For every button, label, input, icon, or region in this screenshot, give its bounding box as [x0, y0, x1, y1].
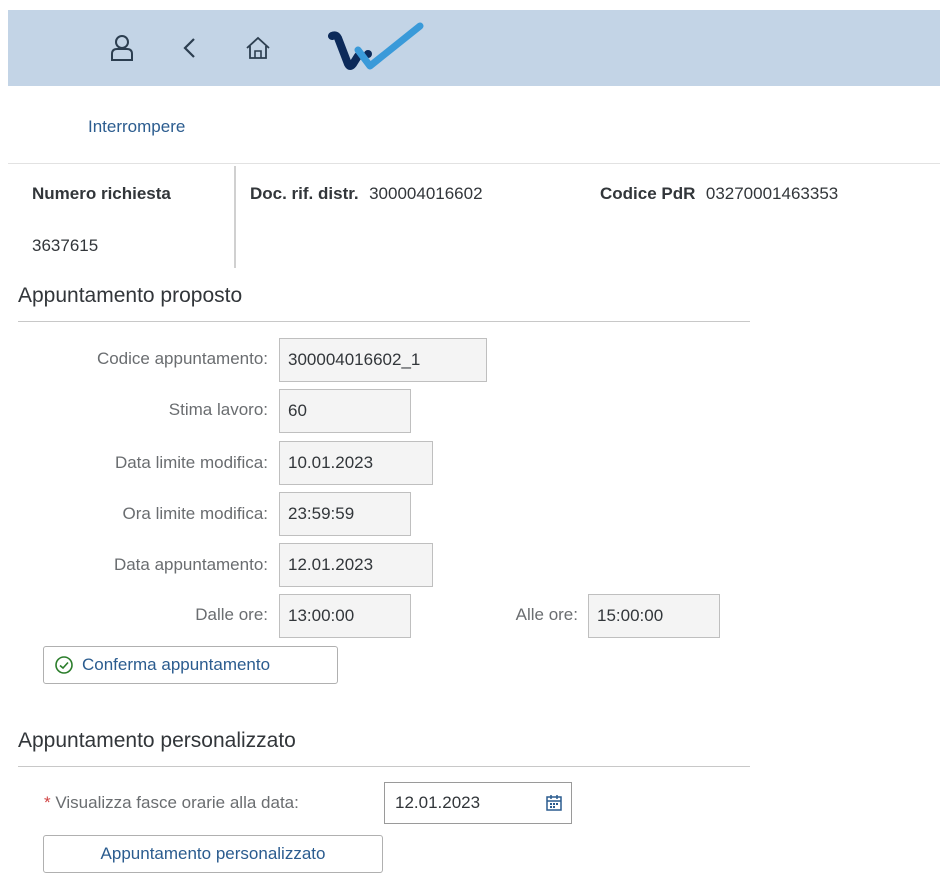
doc-ref-value: 300004016602 [369, 184, 483, 203]
appointment-code-field[interactable]: 300004016602_1 [279, 338, 487, 382]
back-button[interactable] [172, 30, 208, 66]
proposed-section-title: Appuntamento proposto [18, 284, 243, 307]
deadline-date-field[interactable]: 10.01.2023 [279, 441, 433, 485]
company-logo [328, 22, 424, 70]
toolbar-divider [8, 163, 940, 164]
cancel-link[interactable]: Interrompere [88, 117, 185, 137]
confirm-appointment-button[interactable]: Conferma appuntamento [43, 646, 338, 684]
work-estimate-field[interactable]: 60 [279, 389, 411, 433]
top-strip [0, 0, 940, 10]
deadline-time-label: Ora limite modifica: [122, 504, 268, 523]
doc-ref-group: Doc. rif. distr. 300004016602 [250, 184, 483, 204]
pdr-group: Codice PdR 03270001463353 [600, 184, 838, 204]
display-slots-label: Visualizza fasce orarie alla data: [55, 793, 299, 812]
back-icon [183, 38, 195, 58]
work-estimate-label: Stima lavoro: [168, 400, 268, 419]
display-slots-date-input[interactable]: 12.01.2023 [384, 782, 572, 824]
to-time-label: Alle ore: [515, 605, 578, 624]
deadline-time-field[interactable]: 23:59:59 [279, 492, 411, 536]
deadline-date-label: Data limite modifica: [114, 453, 268, 472]
home-icon [246, 36, 270, 59]
request-number-value: 3637615 [32, 236, 99, 255]
user-button[interactable] [104, 30, 140, 66]
custom-appointment-label: Appuntamento personalizzato [100, 844, 326, 863]
request-number-label: Numero richiesta [32, 184, 171, 203]
home-button[interactable] [240, 30, 276, 66]
from-time-label: Dalle ore: [195, 605, 268, 624]
pdr-label: Codice PdR [600, 184, 696, 203]
custom-appointment-button[interactable]: Appuntamento personalizzato [43, 835, 383, 873]
appointment-code-label: Codice appuntamento: [96, 349, 268, 368]
calendar-icon[interactable] [545, 794, 563, 812]
check-circle-icon [55, 656, 73, 674]
confirm-appointment-label: Conferma appuntamento [82, 655, 271, 674]
appointment-date-label: Data appuntamento: [113, 555, 268, 574]
required-marker: * [44, 793, 51, 812]
appointment-date-field[interactable]: 12.01.2023 [279, 543, 433, 587]
pdr-value: 03270001463353 [705, 184, 839, 203]
to-time-field[interactable]: 15:00:00 [588, 594, 720, 638]
display-slots-date-value: 12.01.2023 [395, 793, 481, 812]
doc-ref-label: Doc. rif. distr. [250, 184, 359, 203]
header-separator [234, 166, 236, 268]
shell-bar [8, 10, 940, 86]
custom-section-title: Appuntamento personalizzato [18, 729, 296, 752]
display-slots-label-group: * Visualizza fasce orarie alla data: [44, 793, 299, 813]
user-icon [111, 35, 133, 61]
proposed-section-divider [18, 321, 750, 322]
from-time-field[interactable]: 13:00:00 [279, 594, 411, 638]
custom-section-divider [18, 766, 750, 767]
